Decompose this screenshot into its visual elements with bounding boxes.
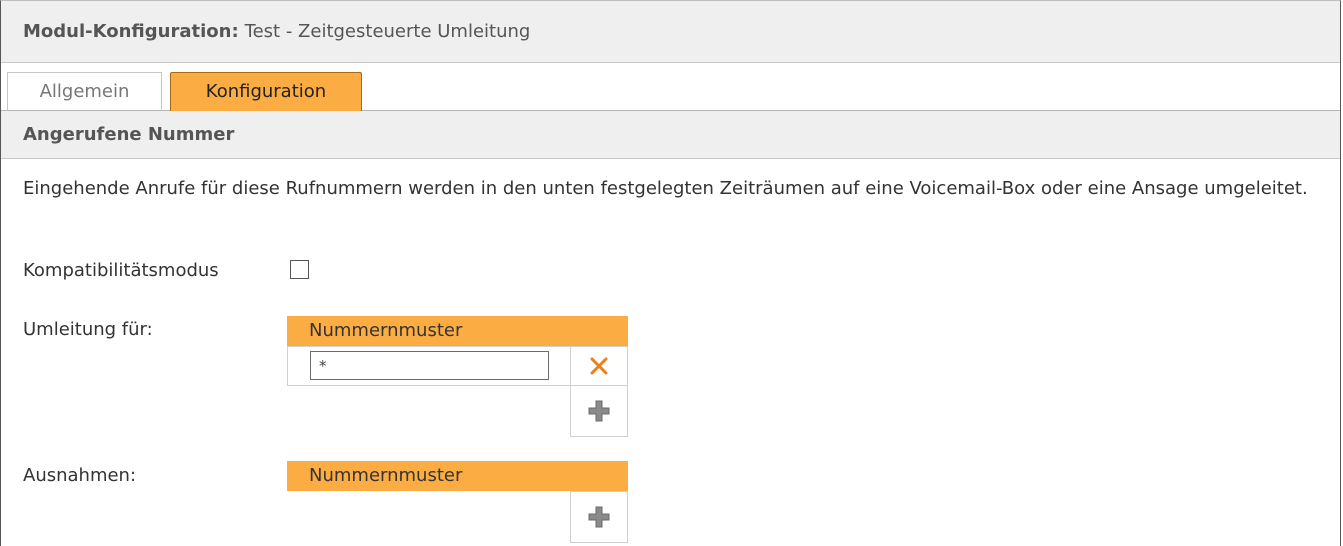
close-icon (590, 357, 608, 375)
compat-mode-checkbox[interactable] (290, 260, 309, 279)
plus-icon (588, 506, 610, 528)
tab-allgemein[interactable]: Allgemein (7, 72, 162, 111)
plus-icon (588, 400, 610, 422)
redirect-delete-button[interactable] (570, 346, 628, 386)
exceptions-column-header: Nummernmuster (287, 461, 628, 491)
exceptions-add-button[interactable] (570, 491, 628, 543)
tab-konfiguration[interactable]: Konfiguration (170, 72, 362, 111)
panel-title: Modul-Konfiguration: Test - Zeitgesteuert… (1, 1, 1340, 63)
redirect-label: Umleitung für: (23, 319, 153, 340)
redirect-add-button[interactable] (570, 385, 628, 437)
exceptions-label: Ausnahmen: (23, 465, 137, 486)
tab-bar: Allgemein Konfiguration (1, 63, 1340, 111)
redirect-pattern-input[interactable] (310, 351, 549, 380)
section-title: Angerufene Nummer (1, 111, 1340, 159)
panel-title-value: Test - Zeitgesteuerte Umleitung (244, 21, 531, 42)
compat-mode-label: Kompatibilitätsmodus (23, 260, 219, 281)
panel-title-label: Modul-Konfiguration: (23, 21, 239, 42)
redirect-column-header: Nummernmuster (287, 316, 628, 346)
section-description: Eingehende Anrufe für diese Rufnummern w… (23, 178, 1308, 199)
